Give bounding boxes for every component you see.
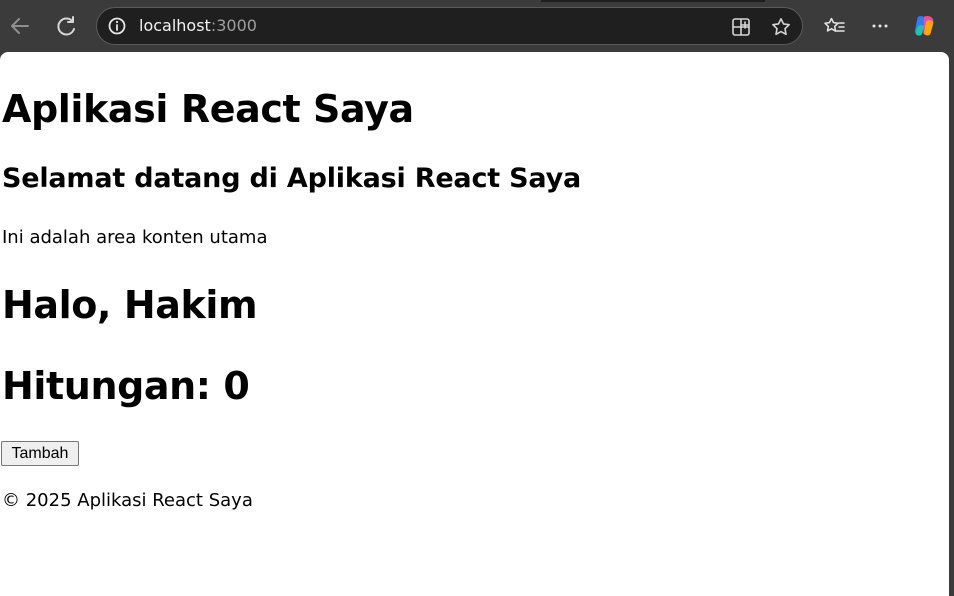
footer-text: © 2025 Aplikasi React Saya xyxy=(2,490,253,511)
favorite-star-icon xyxy=(772,18,790,36)
counter-heading: Hitungan: 0 xyxy=(2,364,250,408)
back-button[interactable] xyxy=(5,11,35,41)
more-icon xyxy=(872,24,888,28)
more-options-button[interactable] xyxy=(866,12,894,40)
app-available-icon xyxy=(732,18,750,36)
url-text[interactable]: localhost:3000 xyxy=(139,16,257,36)
app-title: Aplikasi React Saya xyxy=(2,87,414,131)
url-host: localhost xyxy=(139,16,211,35)
main-content-text: Ini adalah area konten utama xyxy=(2,227,268,248)
url-port: :3000 xyxy=(210,16,257,35)
favorites-button[interactable] xyxy=(821,12,849,40)
browser-window: localhost:3000 Aplikasi React Saya Selam… xyxy=(0,0,954,596)
address-bar[interactable]: localhost:3000 xyxy=(96,7,803,45)
welcome-heading: Selamat datang di Aplikasi React Saya xyxy=(2,163,582,194)
copilot-icon xyxy=(914,15,934,36)
add-button[interactable]: Tambah xyxy=(1,441,79,466)
refresh-button[interactable] xyxy=(51,11,81,41)
refresh-icon xyxy=(57,16,75,36)
site-info-icon xyxy=(108,17,126,35)
app-available-button[interactable] xyxy=(730,16,752,38)
greeting-heading: Halo, Hakim xyxy=(2,283,258,327)
favorites-icon xyxy=(824,17,845,32)
back-icon xyxy=(11,18,29,34)
browser-frame-edge xyxy=(949,52,954,596)
favorite-button[interactable] xyxy=(770,16,792,38)
site-info-button[interactable] xyxy=(107,16,127,36)
browser-toolbar: localhost:3000 xyxy=(0,0,954,52)
tab-strip-edge xyxy=(541,0,765,2)
copilot-button[interactable] xyxy=(911,12,939,40)
page-content: Aplikasi React Saya Selamat datang di Ap… xyxy=(0,52,949,596)
